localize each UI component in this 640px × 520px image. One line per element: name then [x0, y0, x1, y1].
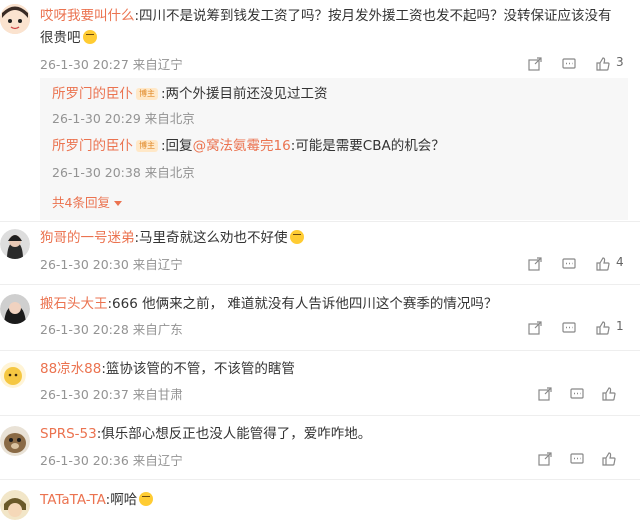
comment-text: :啊哈 [105, 492, 138, 508]
share-icon[interactable] [528, 257, 542, 271]
avatar[interactable] [0, 362, 26, 388]
thumbs-up-icon[interactable] [596, 257, 610, 271]
like-count: 4 [616, 255, 624, 269]
divider [0, 284, 640, 285]
comment-icon[interactable] [562, 57, 576, 71]
divider [0, 415, 640, 416]
author-badge: 博主 [136, 140, 158, 152]
comment-meta: 26-1-30 20:37 来自甘肃 [40, 387, 183, 402]
avatar[interactable] [0, 294, 30, 324]
chevron-down-icon [113, 201, 122, 206]
avatar[interactable] [0, 229, 30, 259]
comment-author[interactable]: 狗哥的一号迷弟 [40, 230, 135, 246]
comment-author[interactable]: 搬石头大王 [40, 296, 108, 312]
reply-meta: 26-1-30 20:29 来自北京 [52, 111, 195, 126]
thumbs-up-icon[interactable] [596, 321, 610, 335]
divider [0, 221, 640, 222]
reply-text: :两个外援目前还没见过工资 [161, 86, 328, 102]
comment-author[interactable]: 哎呀我要叫什么 [40, 8, 135, 24]
share-icon[interactable] [538, 452, 552, 466]
comment-meta: 26-1-30 20:28 来自广东 [40, 322, 183, 337]
comment-text: :666 他俩来之前， 难道就没有人告诉他四川这个赛季的情况吗？ [107, 296, 498, 312]
more-replies-link[interactable]: 共4条回复 [52, 192, 122, 211]
author-badge: 博主 [136, 88, 158, 100]
grimace-emoji-icon [139, 492, 154, 506]
like-count: 1 [616, 319, 624, 333]
comment-icon[interactable] [570, 452, 584, 466]
reply-text: :可能是需要CBA的机会？ [290, 138, 445, 154]
comment-icon[interactable] [562, 321, 576, 335]
comment-text: :篮协该管的不管，不该管的瞎管 [101, 361, 295, 377]
mention-link[interactable]: @窝法氨霉完16 [193, 138, 291, 154]
divider [0, 350, 640, 351]
comment-author[interactable]: 88凉水88 [40, 361, 101, 377]
avatar[interactable] [0, 426, 30, 456]
comment-text: :俱乐部心想反正也没人能管得了，爱咋咋地。 [96, 426, 372, 442]
thumbs-up-icon[interactable] [596, 57, 610, 71]
share-icon[interactable] [538, 387, 552, 401]
share-icon[interactable] [528, 321, 542, 335]
reply-meta: 26-1-30 20:38 来自北京 [52, 165, 195, 180]
reply-author[interactable]: 所罗门的臣仆 [52, 86, 133, 102]
comment-text: :马里奇就这么劝也不好使 [134, 230, 288, 246]
reply-author[interactable]: 所罗门的臣仆 [52, 138, 133, 154]
thumbs-up-icon[interactable] [602, 387, 616, 401]
divider [0, 479, 640, 480]
comment-author[interactable]: TATaTA-TA [40, 492, 106, 508]
comment-text-cont: 很贵吧 [40, 30, 81, 46]
avatar[interactable] [0, 490, 30, 520]
like-count: 3 [616, 55, 624, 69]
share-icon[interactable] [528, 57, 542, 71]
reply-prefix: :回复 [161, 138, 193, 154]
comment-text: :四川不是说筹到钱发工资了吗？按月发外援工资也发不起吗？没转保证应该没有 [134, 8, 612, 24]
laughing-emoji-icon [82, 30, 97, 44]
comment-author[interactable]: SPRS-53 [40, 426, 97, 442]
laughing-emoji-icon [289, 230, 304, 244]
more-replies-label: 共4条回复 [52, 195, 110, 210]
comment-meta: 26-1-30 20:27 来自辽宁 [40, 57, 183, 72]
comment-icon[interactable] [570, 387, 584, 401]
reply-block: 所罗门的臣仆 博主:两个外援目前还没见过工资 26-1-30 20:29 来自北京… [40, 78, 628, 220]
thumbs-up-icon[interactable] [602, 452, 616, 466]
avatar[interactable] [0, 4, 30, 34]
comment-meta: 26-1-30 20:36 来自辽宁 [40, 453, 183, 468]
comment-icon[interactable] [562, 257, 576, 271]
comment-meta: 26-1-30 20:30 来自辽宁 [40, 257, 183, 272]
